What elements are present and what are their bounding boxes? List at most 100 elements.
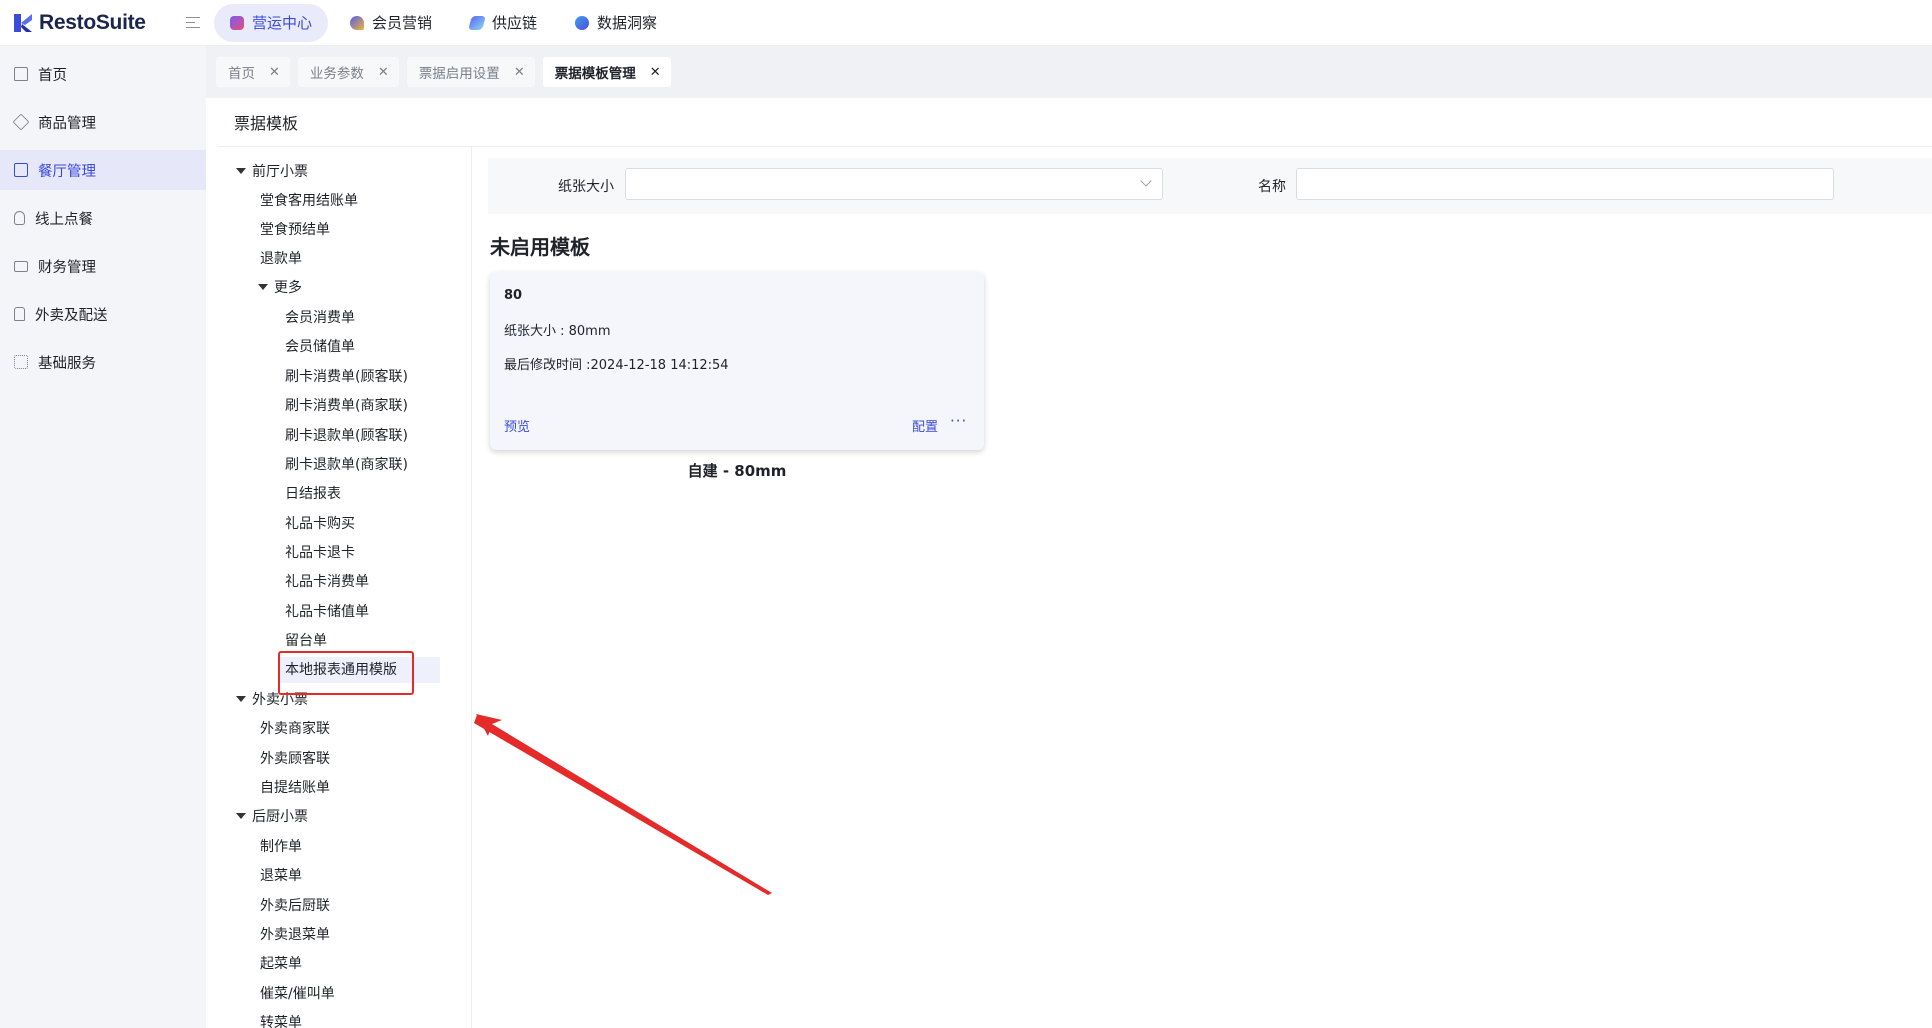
tree-group-takeout[interactable]: 外卖小票 (236, 687, 308, 713)
logo[interactable]: RestoSuite (0, 11, 182, 35)
tree-group-label: 后厨小票 (252, 809, 308, 825)
tree-group-label: 前厅小票 (252, 164, 308, 180)
sidebar-item-home[interactable]: 首页 (0, 54, 206, 94)
tree-leaf[interactable]: 刷卡消费单(商家联) (285, 393, 408, 419)
paper-size-select[interactable] (625, 168, 1163, 200)
tree-leaf[interactable]: 堂食预结单 (260, 217, 330, 243)
wallet-icon (14, 260, 28, 272)
sidebar-item-basic-services[interactable]: 基础服务 (0, 342, 206, 382)
tree-leaf[interactable]: 外卖商家联 (260, 716, 330, 742)
template-paper-size: 纸张大小 : 80mm (504, 324, 611, 339)
template-caption: 自建 - 80mm (687, 462, 787, 480)
topnav-label: 营运中心 (252, 14, 313, 32)
template-modified-time: 最后修改时间 :2024-12-18 14:12:54 (504, 358, 729, 373)
topnav-supply-chain[interactable]: 供应链 (454, 4, 553, 42)
sidebar-item-label: 财务管理 (38, 259, 96, 276)
tab-receipt-enable-settings[interactable]: 票据启用设置 ✕ (406, 57, 535, 87)
topnav-member-marketing[interactable]: 会员营销 (334, 4, 448, 42)
tab-label: 票据模板管理 (554, 66, 636, 82)
template-name: 80 (504, 288, 523, 303)
store-icon (14, 163, 28, 177)
tree-leaf[interactable]: 外卖顾客联 (260, 746, 330, 772)
caret-down-icon (236, 813, 246, 819)
preview-link[interactable]: 预览 (504, 416, 530, 435)
topnav-label: 数据洞察 (597, 14, 658, 32)
tree-leaf[interactable]: 转菜单 (260, 1010, 302, 1028)
tree-leaf[interactable]: 会员消费单 (285, 305, 355, 331)
tree-leaf[interactable]: 礼品卡退卡 (285, 540, 355, 566)
topnav-operations[interactable]: 营运中心 (214, 3, 329, 42)
caret-down-icon (236, 168, 246, 174)
tree-leaf[interactable]: 刷卡退款单(商家联) (285, 452, 408, 478)
tree-leaf[interactable]: 制作单 (260, 834, 302, 860)
tree-leaf[interactable]: 刷卡退款单(顾客联) (285, 423, 408, 449)
tree-leaf[interactable]: 退菜单 (260, 863, 302, 889)
tree-leaf[interactable]: 礼品卡储值单 (285, 599, 369, 625)
caret-down-icon (258, 284, 268, 290)
sidebar-item-restaurant[interactable]: 餐厅管理 (0, 150, 206, 190)
tab-receipt-template-management[interactable]: 票据模板管理 ✕ (542, 57, 671, 87)
tree-leaf[interactable]: 外卖退菜单 (260, 922, 330, 948)
sidebar-item-label: 餐厅管理 (38, 163, 96, 180)
home-icon (14, 67, 28, 81)
close-icon[interactable]: ✕ (514, 65, 525, 80)
template-card[interactable]: 80 纸张大小 : 80mm 最后修改时间 :2024-12-18 14:12:… (490, 272, 984, 450)
tree-group-front[interactable]: 前厅小票 (236, 159, 308, 185)
main-panel: 票据模板 前厅小票 堂食客用结账单 堂食预结单 退款单 更多 会员消费单 会员储… (218, 98, 1932, 1028)
sidebar-item-label: 商品管理 (38, 115, 96, 132)
sidebar-item-finance[interactable]: 财务管理 (0, 246, 206, 286)
config-link[interactable]: 配置 (912, 416, 938, 435)
sidebar-item-label: 外卖及配送 (35, 307, 108, 324)
tree-group-label: 更多 (274, 280, 302, 296)
tab-label: 业务参数 (309, 66, 364, 82)
operations-icon (230, 15, 244, 30)
tree-leaf[interactable]: 留台单 (285, 628, 327, 654)
topnav-data-insight[interactable]: 数据洞察 (559, 4, 673, 42)
chevron-down-icon (1140, 175, 1152, 187)
top-nav: 营运中心 会员营销 供应链 数据洞察 (214, 3, 673, 42)
tree-leaf[interactable]: 自提结账单 (260, 775, 330, 801)
close-icon[interactable]: ✕ (650, 65, 661, 80)
box-icon (12, 113, 30, 131)
tree-leaf[interactable]: 日结报表 (285, 481, 341, 507)
tree-leaf[interactable]: 催菜/催叫单 (260, 981, 335, 1007)
section-title: 未启用模板 (490, 235, 590, 259)
close-icon[interactable]: ✕ (378, 65, 389, 80)
more-options-icon[interactable]: ··· (950, 412, 967, 430)
tree-group-label: 外卖小票 (252, 692, 308, 708)
tree-leaf[interactable]: 礼品卡消费单 (285, 569, 369, 595)
sidebar-item-delivery[interactable]: 外卖及配送 (0, 294, 206, 334)
tree-leaf[interactable]: 会员储值单 (285, 334, 355, 360)
tree-leaf[interactable]: 堂食客用结账单 (260, 188, 358, 214)
sidebar-item-label: 首页 (38, 67, 67, 84)
name-input[interactable] (1296, 168, 1834, 200)
data-insight-icon (575, 15, 590, 30)
filter-bar: 纸张大小 名称 (488, 158, 1932, 214)
tree-leaf[interactable]: 退款单 (260, 246, 302, 272)
bag-icon (14, 307, 25, 321)
divider (218, 146, 1932, 147)
hand-pointer-icon (14, 211, 25, 225)
caret-down-icon (236, 696, 246, 702)
topnav-label: 会员营销 (372, 14, 433, 32)
close-icon[interactable]: ✕ (269, 65, 280, 80)
tab-business-params[interactable]: 业务参数 ✕ (297, 57, 399, 87)
sidebar: 首页 商品管理 餐厅管理 线上点餐 财务管理 外卖及配送 基础服务 (0, 46, 206, 1028)
grid-icon (14, 355, 28, 369)
tab-home[interactable]: 首页 ✕ (216, 57, 290, 87)
tree-leaf[interactable]: 起菜单 (260, 951, 302, 977)
sidebar-item-products[interactable]: 商品管理 (0, 102, 206, 142)
tree-group-kitchen[interactable]: 后厨小票 (236, 804, 308, 830)
paper-size-label: 纸张大小 (558, 179, 614, 195)
page-tabs: 首页 ✕ 业务参数 ✕ 票据启用设置 ✕ 票据模板管理 ✕ (206, 46, 1932, 98)
member-marketing-icon (350, 15, 365, 30)
tree-leaf-selected[interactable]: 本地报表通用模版 (280, 657, 440, 683)
tree-leaf[interactable]: 外卖后厨联 (260, 893, 330, 919)
menu-collapse-icon[interactable] (186, 16, 202, 30)
tree-group-more[interactable]: 更多 (258, 275, 302, 301)
tree-leaf[interactable]: 刷卡消费单(顾客联) (285, 364, 408, 390)
top-bar: RestoSuite 营运中心 会员营销 供应链 数据洞察 (0, 0, 1932, 46)
sidebar-item-online-order[interactable]: 线上点餐 (0, 198, 206, 238)
tree-leaf[interactable]: 礼品卡购买 (285, 511, 355, 537)
app-name: RestoSuite (39, 10, 146, 34)
